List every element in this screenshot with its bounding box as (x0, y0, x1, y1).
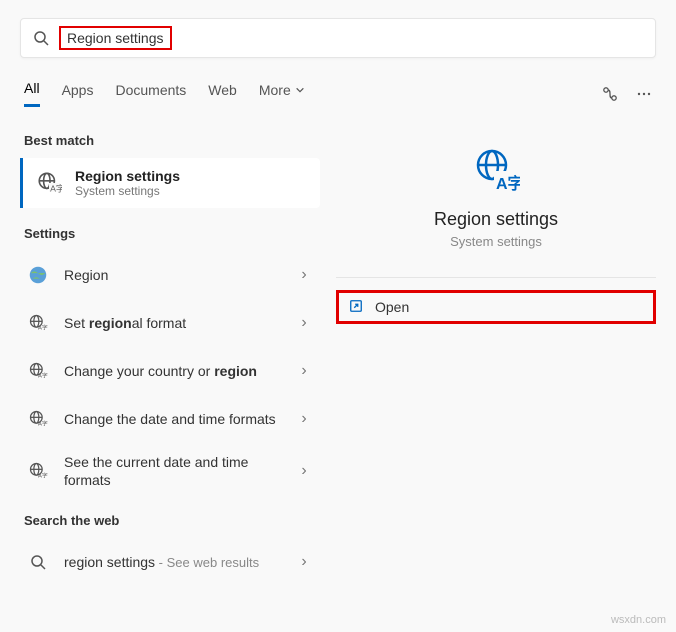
detail-panel: A字 Region settings System settings Open (336, 125, 656, 586)
open-label: Open (375, 299, 409, 315)
chevron-right-icon: › (296, 362, 312, 380)
best-match-item[interactable]: A字 Region settings System settings (20, 158, 320, 208)
best-match-title: Region settings (75, 168, 180, 184)
detail-title: Region settings (434, 209, 558, 230)
flow-icon[interactable] (602, 86, 618, 102)
globe-language-icon: A字 (35, 169, 63, 197)
watermark: wsxdn.com (611, 614, 666, 626)
open-external-icon (349, 299, 365, 315)
svg-text:A字: A字 (50, 183, 62, 194)
regional-format-label: Set regional format (64, 315, 284, 331)
best-match-label: Best match (24, 133, 320, 148)
globe-language-icon: A字 (24, 457, 52, 485)
svg-text:A字: A字 (38, 472, 48, 480)
country-label: Change your country or region (64, 363, 284, 379)
globe-language-icon: A字 (472, 147, 520, 195)
chevron-right-icon: › (296, 553, 312, 571)
svg-text:A字: A字 (38, 372, 48, 380)
chevron-right-icon: › (296, 462, 312, 480)
tab-more[interactable]: More (259, 82, 305, 106)
svg-text:A字: A字 (38, 324, 48, 332)
tab-all[interactable]: All (24, 80, 40, 107)
chevron-down-icon (295, 85, 305, 95)
tab-more-label: More (259, 82, 291, 98)
divider (336, 277, 656, 278)
more-options-icon[interactable] (636, 86, 652, 102)
chevron-right-icon: › (296, 314, 312, 332)
current-datetime-label: See the current date and time formats (64, 453, 284, 489)
chevron-right-icon: › (296, 266, 312, 284)
settings-item-regional-format[interactable]: A字 Set regional format › (20, 299, 320, 347)
globe-icon (24, 261, 52, 289)
search-icon (24, 548, 52, 576)
tab-web[interactable]: Web (208, 82, 237, 106)
filter-tabs: All Apps Documents Web More (20, 80, 656, 107)
settings-item-current-datetime[interactable]: A字 See the current date and time formats… (20, 443, 320, 499)
search-input[interactable]: Region settings (59, 26, 172, 50)
settings-item-country[interactable]: A字 Change your country or region › (20, 347, 320, 395)
detail-sub: System settings (450, 234, 542, 249)
search-web-label: Search the web (24, 513, 320, 528)
region-label: Region (64, 267, 284, 283)
globe-language-icon: A字 (24, 309, 52, 337)
tab-apps[interactable]: Apps (62, 82, 94, 106)
tab-documents[interactable]: Documents (115, 82, 186, 106)
svg-text:A字: A字 (38, 420, 48, 428)
search-icon (33, 30, 51, 46)
open-button[interactable]: Open (336, 290, 656, 324)
settings-label: Settings (24, 226, 320, 241)
chevron-right-icon: › (296, 410, 312, 428)
web-result-item[interactable]: region settings - See web results › (20, 538, 320, 586)
best-match-sub: System settings (75, 184, 180, 198)
svg-text:A字: A字 (496, 174, 520, 193)
results-panel: Best match A字 Region settings System set… (20, 125, 320, 586)
globe-language-icon: A字 (24, 357, 52, 385)
search-bar[interactable]: Region settings (20, 18, 656, 58)
datetime-label: Change the date and time formats (64, 411, 284, 427)
web-result-label: region settings - See web results (64, 554, 284, 570)
settings-item-datetime-format[interactable]: A字 Change the date and time formats › (20, 395, 320, 443)
settings-item-region[interactable]: Region › (20, 251, 320, 299)
globe-language-icon: A字 (24, 405, 52, 433)
